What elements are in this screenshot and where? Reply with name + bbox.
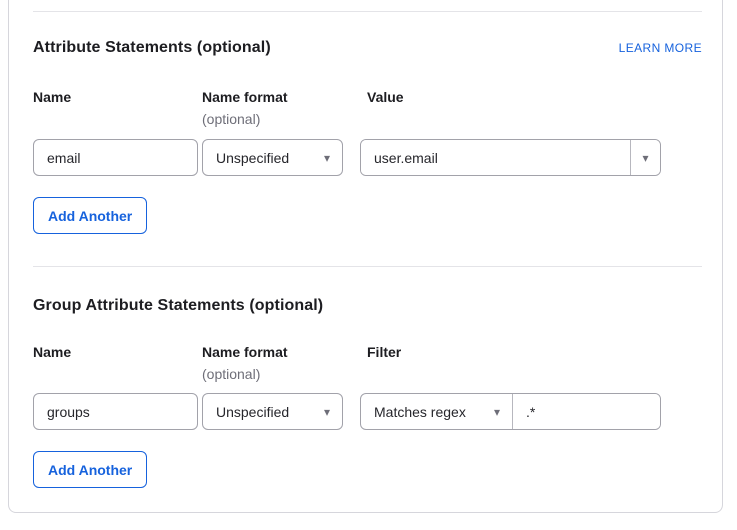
group-name-col <box>33 393 198 430</box>
saml-settings-card: Attribute Statements (optional) LEARN MO… <box>8 0 723 513</box>
group-filter-type-select[interactable]: Matches regex ▾ <box>361 394 513 429</box>
group-filter-value-input[interactable] <box>513 394 660 429</box>
attribute-labels-row: Name Name format (optional) Value <box>33 89 661 127</box>
group-name-input[interactable] <box>33 393 198 430</box>
attribute-value-input[interactable] <box>361 140 630 175</box>
name-column-label: Name <box>33 89 198 105</box>
group-labels-row: Name Name format (optional) Filter <box>33 344 661 382</box>
group-filter-combobox: Matches regex ▾ <box>360 393 661 430</box>
attribute-value-combobox: ▾ <box>360 139 661 176</box>
attribute-value-label-col: Value <box>360 89 661 127</box>
attribute-add-row: Add Another <box>33 197 147 234</box>
group-add-row: Add Another <box>33 451 147 488</box>
add-another-group-attribute-button[interactable]: Add Another <box>33 451 147 488</box>
name-format-selected-value: Unspecified <box>216 404 289 420</box>
group-filter-label-col: Filter <box>360 344 661 382</box>
attribute-name-format-select[interactable]: Unspecified ▾ <box>202 139 343 176</box>
group-name-format-select[interactable]: Unspecified ▾ <box>202 393 343 430</box>
add-another-attribute-button[interactable]: Add Another <box>33 197 147 234</box>
section-divider <box>33 266 702 267</box>
group-name-format-label-col: Name format (optional) <box>202 344 343 382</box>
chevron-down-icon: ▾ <box>324 406 330 418</box>
chevron-down-icon: ▾ <box>642 152 648 164</box>
name-format-selected-value: Unspecified <box>216 150 289 166</box>
attribute-statement-row: Unspecified ▾ ▾ <box>33 139 661 176</box>
group-attribute-statements-title: Group Attribute Statements (optional) <box>33 297 323 315</box>
chevron-down-icon: ▾ <box>494 406 500 418</box>
group-name-label-col: Name <box>33 344 198 382</box>
learn-more-link[interactable]: LEARN MORE <box>619 41 702 55</box>
attribute-value-dropdown-button[interactable]: ▾ <box>630 140 660 175</box>
top-divider <box>33 11 702 12</box>
group-attribute-statements-header: Group Attribute Statements (optional) <box>33 297 702 315</box>
filter-type-selected-value: Matches regex <box>374 404 466 420</box>
attribute-name-label-col: Name <box>33 89 198 127</box>
name-column-label: Name <box>33 344 198 360</box>
name-format-optional-note: (optional) <box>202 111 343 127</box>
attribute-name-format-label-col: Name format (optional) <box>202 89 343 127</box>
attribute-statements-title: Attribute Statements (optional) <box>33 39 271 57</box>
attribute-statements-header: Attribute Statements (optional) LEARN MO… <box>33 39 702 57</box>
attribute-name-input[interactable] <box>33 139 198 176</box>
value-column-label: Value <box>367 89 661 105</box>
name-format-column-label: Name format <box>202 89 343 105</box>
name-format-optional-note: (optional) <box>202 366 343 382</box>
attribute-name-col <box>33 139 198 176</box>
name-format-column-label: Name format <box>202 344 343 360</box>
group-attribute-statement-row: Unspecified ▾ Matches regex ▾ <box>33 393 661 430</box>
chevron-down-icon: ▾ <box>324 152 330 164</box>
filter-column-label: Filter <box>367 344 661 360</box>
